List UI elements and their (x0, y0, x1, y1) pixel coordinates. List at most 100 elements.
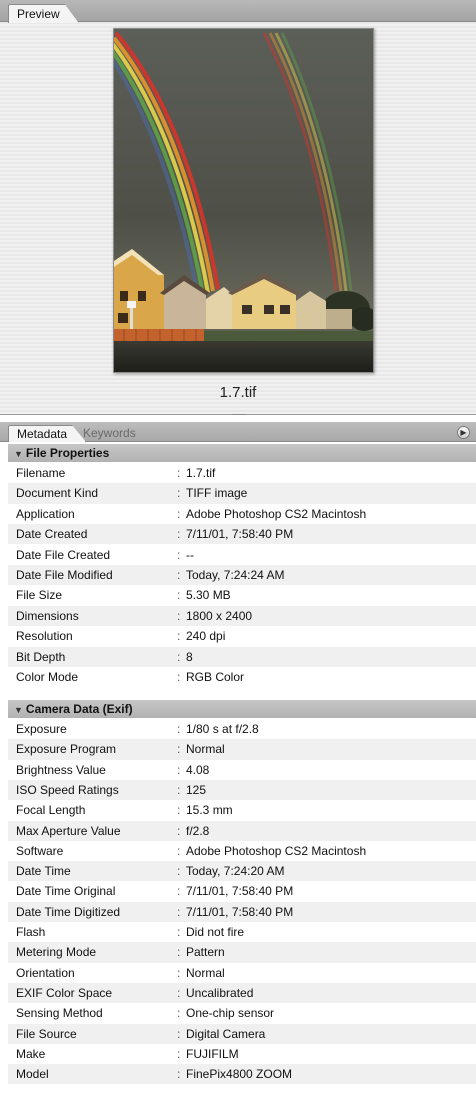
metadata-label: Date Created (16, 527, 88, 542)
metadata-row: Model: FinePix4800 ZOOM (8, 1064, 476, 1085)
metadata-label: Date Time (16, 864, 71, 879)
metadata-row: File Size:5.30 MB (8, 585, 476, 606)
tab-keywords[interactable]: Keywords (75, 425, 154, 442)
metadata-value[interactable]: FinePix4800 ZOOM (186, 1064, 292, 1084)
metadata-separator: : (177, 1067, 181, 1082)
metadata-label: Dimensions (16, 608, 79, 623)
metadata-row: Dimensions:1800 x 2400 (8, 605, 476, 627)
metadata-row: Max Aperture Value: f/2.8 (8, 820, 476, 841)
metadata-row: Date Time: Today, 7:24:20 AM (8, 861, 476, 882)
metadata-value[interactable]: f/2.8 (186, 821, 209, 841)
metadata-row: Sensing Method: One-chip sensor (8, 1003, 476, 1024)
metadata-separator: : (177, 1006, 181, 1021)
metadata-row: Date Time Digitized:7/11/01, 7:58:40 PM (8, 901, 476, 922)
metadata-row: Software: Adobe Photoshop CS2 Macintosh (8, 840, 476, 862)
metadata-value[interactable]: 8 (186, 647, 193, 667)
metadata-value[interactable]: 240 dpi (186, 626, 225, 646)
section-header-camera-data[interactable]: ▼ Camera Data (Exif) (8, 700, 476, 718)
metadata-separator: : (177, 568, 181, 582)
metadata-label: EXIF Color Space (16, 985, 113, 1000)
metadata-label: Bit Depth (16, 649, 66, 664)
metadata-value[interactable]: 7/11/01, 7:58:40 PM (186, 881, 293, 901)
metadata-label: Sensing Method (16, 1006, 103, 1021)
metadata-value[interactable]: Digital Camera (186, 1024, 265, 1044)
metadata-separator: : (177, 527, 181, 542)
metadata-value[interactable]: Adobe Photoshop CS2 Macintosh (186, 504, 366, 524)
metadata-separator: : (177, 506, 181, 521)
metadata-separator: : (177, 608, 181, 623)
metadata-value[interactable]: 1.7.tif (186, 463, 215, 483)
metadata-row: Make: FUJIFILM (8, 1043, 476, 1065)
metadata-value[interactable]: 7/11/01, 7:58:40 PM (186, 902, 293, 922)
section-header-file-properties[interactable]: ▼ File Properties (8, 444, 476, 462)
metadata-row: Bit Depth:8 (8, 646, 476, 667)
metadata-row: Date File Modified: Today, 7:24:24 AM (8, 565, 476, 586)
disclosure-triangle-icon[interactable]: ▼ (14, 449, 23, 459)
metadata-separator: : (177, 945, 181, 960)
metadata-separator: : (177, 925, 181, 939)
metadata-label: Application (16, 506, 75, 521)
metadata-value[interactable]: 4.08 (186, 760, 209, 780)
metadata-value[interactable]: Pattern (186, 942, 225, 962)
metadata-row: Application: Adobe Photoshop CS2 Macintos… (8, 503, 476, 525)
metadata-value[interactable]: 5.30 MB (186, 585, 231, 605)
metadata-value[interactable]: 125 (186, 780, 206, 800)
metadata-separator: : (177, 722, 181, 736)
metadata-row: Orientation: Normal (8, 962, 476, 983)
metadata-row: Date Created:7/11/01, 7:58:40 PM (8, 524, 476, 545)
metadata-row: Exposure Program: Normal (8, 739, 476, 760)
metadata-separator: : (177, 904, 181, 919)
metadata-value[interactable]: RGB Color (186, 667, 244, 687)
metadata-label: Date Time Digitized (16, 904, 121, 919)
metadata-label: Flash (16, 925, 46, 939)
metadata-row: Brightness Value:4.08 (8, 759, 476, 780)
metadata-value[interactable]: 1/80 s at f/2.8 (186, 719, 259, 739)
metadata-label: Software (16, 843, 64, 858)
metadata-separator: : (177, 629, 181, 644)
metadata-tab-bar: Metadata Keywords ▶ (0, 422, 476, 442)
metadata-value[interactable]: FUJIFILM (186, 1044, 239, 1064)
metadata-label: Brightness Value (16, 762, 106, 777)
metadata-value[interactable]: Normal (186, 963, 225, 983)
metadata-value[interactable]: One-chip sensor (186, 1003, 274, 1023)
metadata-label: Focal Length (16, 803, 86, 818)
metadata-value[interactable]: -- (186, 545, 194, 565)
metadata-separator: : (177, 965, 181, 980)
metadata-separator: : (177, 864, 181, 879)
metadata-value[interactable]: Did not fire (186, 922, 244, 942)
preview-panel: Preview 1.7.tif (0, 0, 476, 415)
metadata-label: File Size (16, 588, 63, 603)
metadata-value[interactable]: 15.3 mm (186, 800, 233, 820)
metadata-row: File Source: Digital Camera (8, 1023, 476, 1044)
metadata-separator: : (177, 1046, 181, 1061)
metadata-row: Focal Length:15.3 mm (8, 800, 476, 821)
metadata-label: Color Mode (16, 670, 79, 684)
metadata-value[interactable]: Adobe Photoshop CS2 Macintosh (186, 841, 366, 861)
preview-tab-bar: Preview (0, 0, 476, 22)
disclosure-triangle-icon[interactable]: ▼ (14, 705, 23, 715)
metadata-separator: : (177, 843, 181, 858)
metadata-label: Filename (16, 466, 66, 480)
preview-filename-caption: 1.7.tif (219, 384, 257, 401)
metadata-value[interactable]: 7/11/01, 7:58:40 PM (186, 524, 293, 544)
metadata-separator: : (177, 762, 181, 777)
preview-image (113, 28, 374, 373)
metadata-value[interactable]: Today, 7:24:20 AM (186, 861, 285, 881)
tab-preview[interactable]: Preview (8, 4, 79, 23)
panel-menu-button[interactable]: ▶ (457, 426, 470, 439)
triangle-right-icon: ▶ (460, 428, 467, 437)
metadata-value[interactable]: Normal (186, 739, 225, 759)
metadata-row: Resolution:240 dpi (8, 626, 476, 647)
metadata-row: Filename:1.7.tif (8, 463, 476, 484)
metadata-separator: : (177, 742, 181, 757)
metadata-separator: : (177, 466, 181, 480)
metadata-value[interactable]: TIFF image (186, 483, 247, 503)
metadata-value[interactable]: 1800 x 2400 (186, 606, 252, 626)
metadata-row: EXIF Color Space: Uncalibrated (8, 982, 476, 1004)
metadata-label: Document Kind (16, 486, 99, 501)
metadata-row: Exposure:1/80 s at f/2.8 (8, 719, 476, 740)
metadata-value[interactable]: Today, 7:24:24 AM (186, 565, 285, 585)
metadata-separator: : (177, 884, 181, 899)
metadata-value[interactable]: Uncalibrated (186, 983, 253, 1003)
metadata-label: Exposure Program (16, 742, 117, 757)
